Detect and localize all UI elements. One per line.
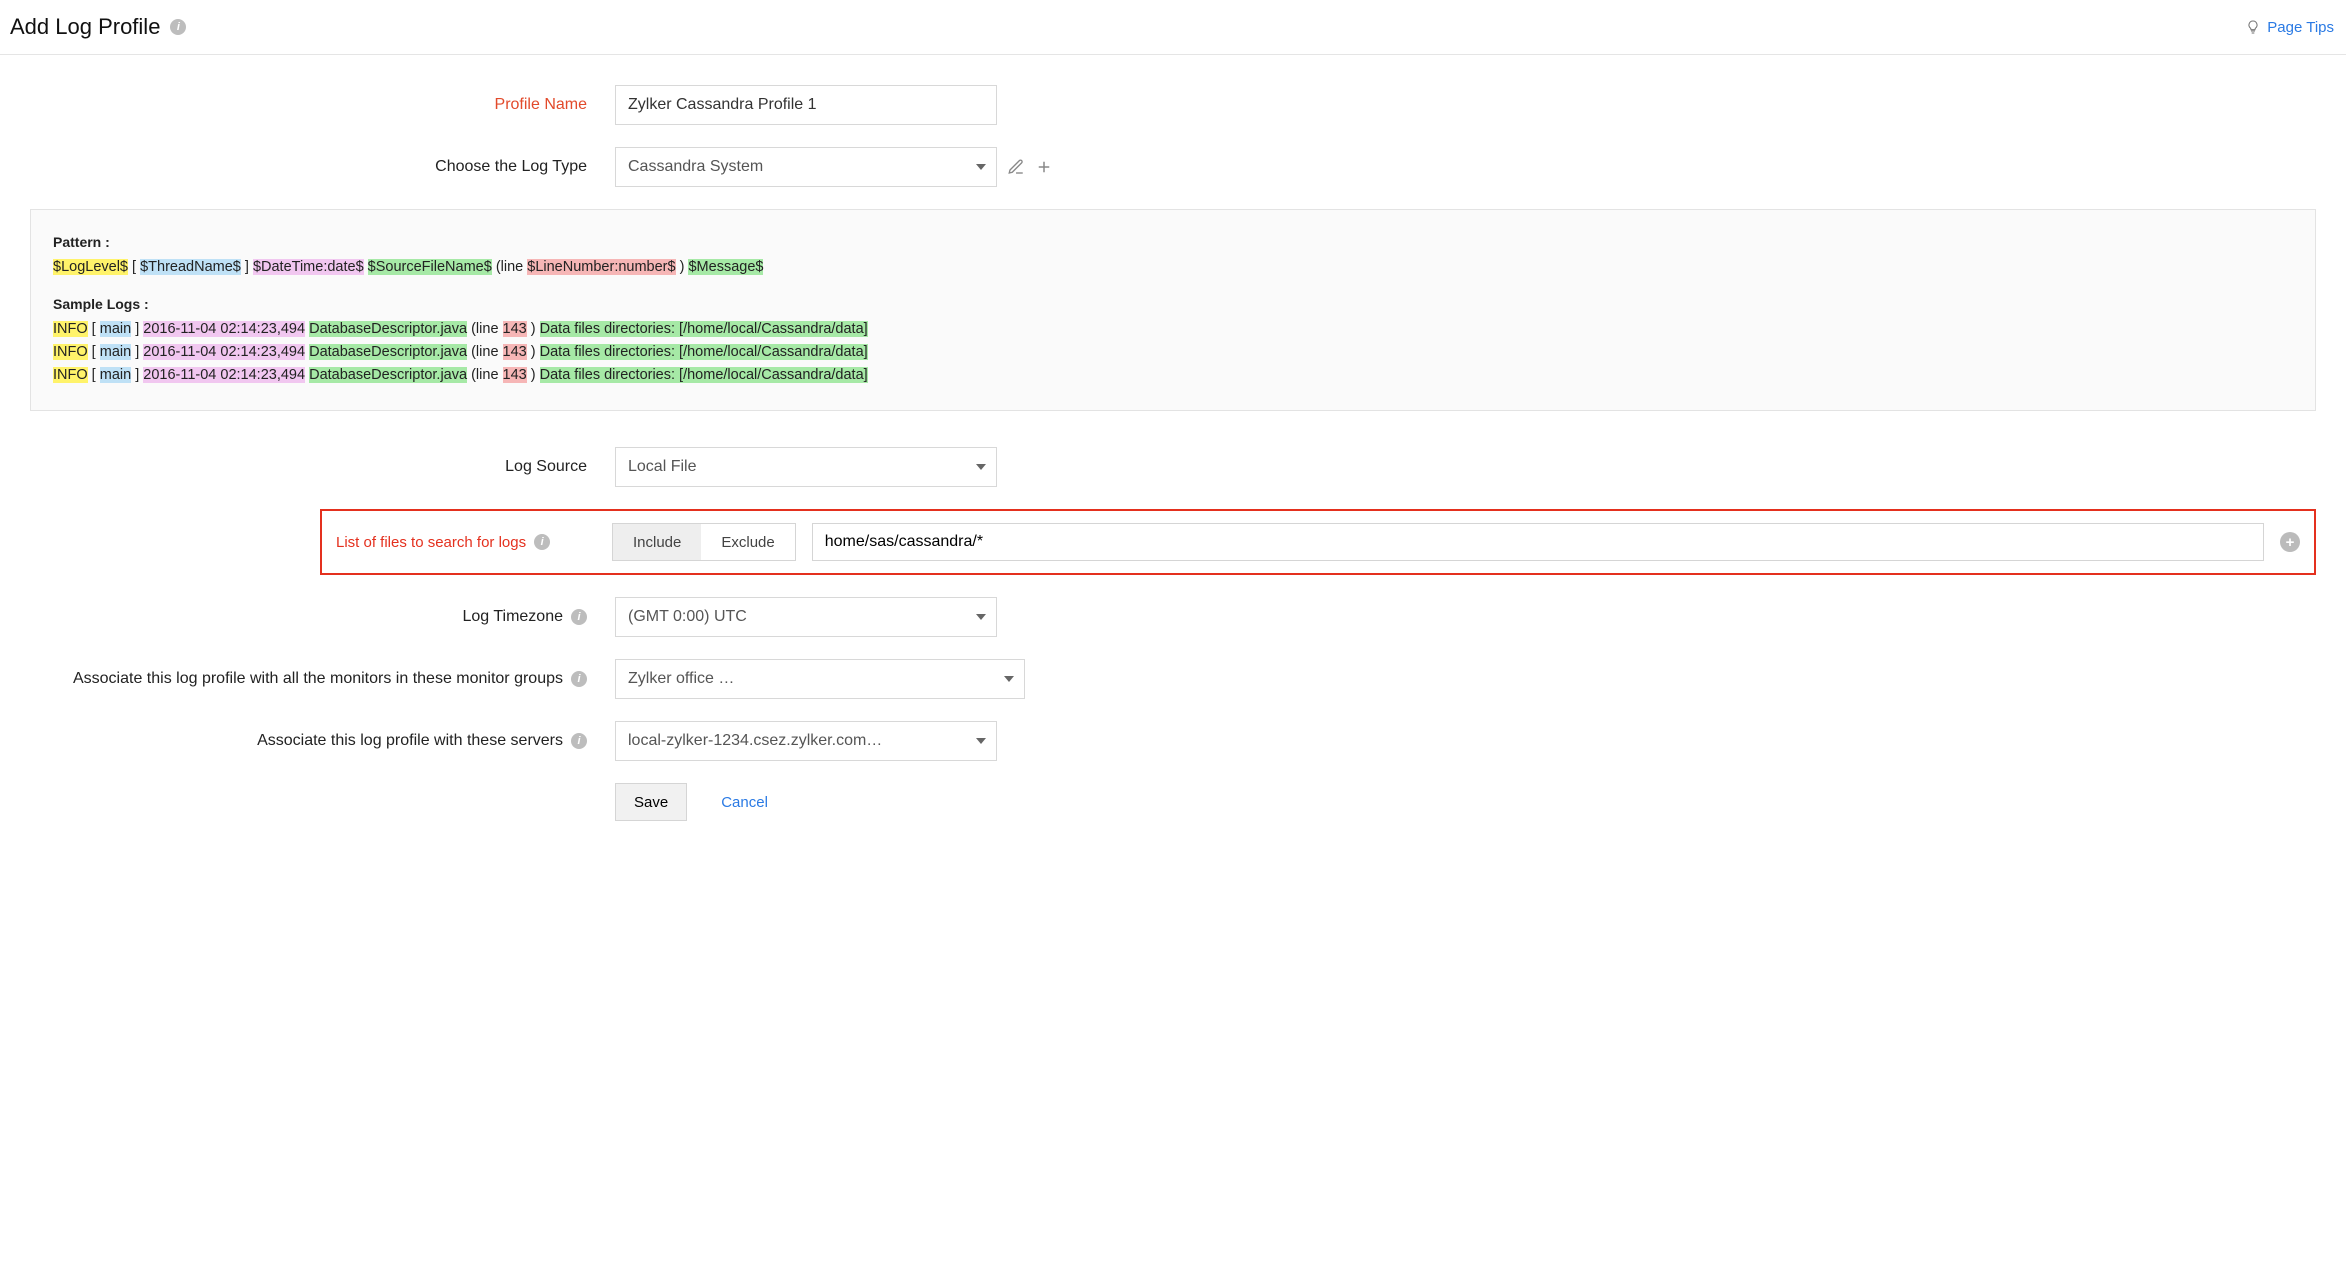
page-title: Add Log Profile i: [10, 14, 186, 40]
exclude-toggle[interactable]: Exclude: [701, 524, 794, 560]
pattern-line: $LogLevel$ [ $ThreadName$ ] $DateTime:da…: [53, 256, 2293, 278]
profile-name-input[interactable]: [615, 85, 997, 125]
info-icon[interactable]: i: [571, 671, 587, 687]
page-title-text: Add Log Profile: [10, 14, 160, 40]
edit-log-type-button[interactable]: [1007, 158, 1025, 176]
sample-log-line: INFO [ main ] 2016-11-04 02:14:23,494 Da…: [53, 318, 2293, 340]
assoc-groups-value: Zylker office …: [628, 670, 734, 688]
profile-name-label: Profile Name: [0, 96, 615, 114]
assoc-servers-value: local-zylker-1234.csez.zylker.com…: [628, 732, 882, 750]
assoc-servers-select[interactable]: local-zylker-1234.csez.zylker.com…: [615, 721, 997, 761]
sample-log-line: INFO [ main ] 2016-11-04 02:14:23,494 Da…: [53, 341, 2293, 363]
chevron-down-icon: [976, 738, 986, 744]
log-type-label: Choose the Log Type: [0, 158, 615, 176]
chevron-down-icon: [976, 464, 986, 470]
log-source-label: Log Source: [0, 458, 615, 476]
cancel-button[interactable]: Cancel: [721, 794, 768, 811]
info-icon[interactable]: i: [571, 609, 587, 625]
info-icon[interactable]: i: [571, 733, 587, 749]
pattern-heading: Pattern :: [53, 234, 2293, 250]
chevron-down-icon: [976, 614, 986, 620]
chevron-down-icon: [976, 164, 986, 170]
lightbulb-icon: [2245, 19, 2261, 35]
pattern-panel: Pattern : $LogLevel$ [ $ThreadName$ ] $D…: [30, 209, 2316, 411]
timezone-value: (GMT 0:00) UTC: [628, 608, 747, 626]
log-source-value: Local File: [628, 458, 696, 476]
include-toggle[interactable]: Include: [613, 524, 701, 560]
add-log-type-button[interactable]: [1035, 158, 1053, 176]
page-tips-link[interactable]: Page Tips: [2245, 19, 2334, 36]
pencil-icon: [1007, 158, 1025, 176]
info-icon[interactable]: i: [170, 19, 186, 35]
files-label: List of files to search for logs: [336, 534, 526, 551]
plus-icon: [1035, 158, 1053, 176]
include-exclude-toggle: Include Exclude: [612, 523, 796, 561]
log-type-select[interactable]: Cassandra System: [615, 147, 997, 187]
chevron-down-icon: [1004, 676, 1014, 682]
timezone-label: Log Timezone i: [0, 608, 615, 626]
sample-log-line: INFO [ main ] 2016-11-04 02:14:23,494 Da…: [53, 364, 2293, 386]
files-to-search-row: List of files to search for logs i Inclu…: [320, 509, 2316, 575]
info-icon[interactable]: i: [534, 534, 550, 550]
add-file-button[interactable]: +: [2280, 532, 2300, 552]
file-path-input[interactable]: [812, 523, 2264, 561]
save-button[interactable]: Save: [615, 783, 687, 821]
assoc-groups-select[interactable]: Zylker office …: [615, 659, 1025, 699]
assoc-groups-label: Associate this log profile with all the …: [0, 670, 615, 688]
log-source-select[interactable]: Local File: [615, 447, 997, 487]
assoc-servers-label: Associate this log profile with these se…: [0, 732, 615, 750]
log-type-value: Cassandra System: [628, 158, 763, 176]
sample-heading: Sample Logs :: [53, 296, 2293, 312]
timezone-select[interactable]: (GMT 0:00) UTC: [615, 597, 997, 637]
page-tips-text: Page Tips: [2267, 19, 2334, 36]
